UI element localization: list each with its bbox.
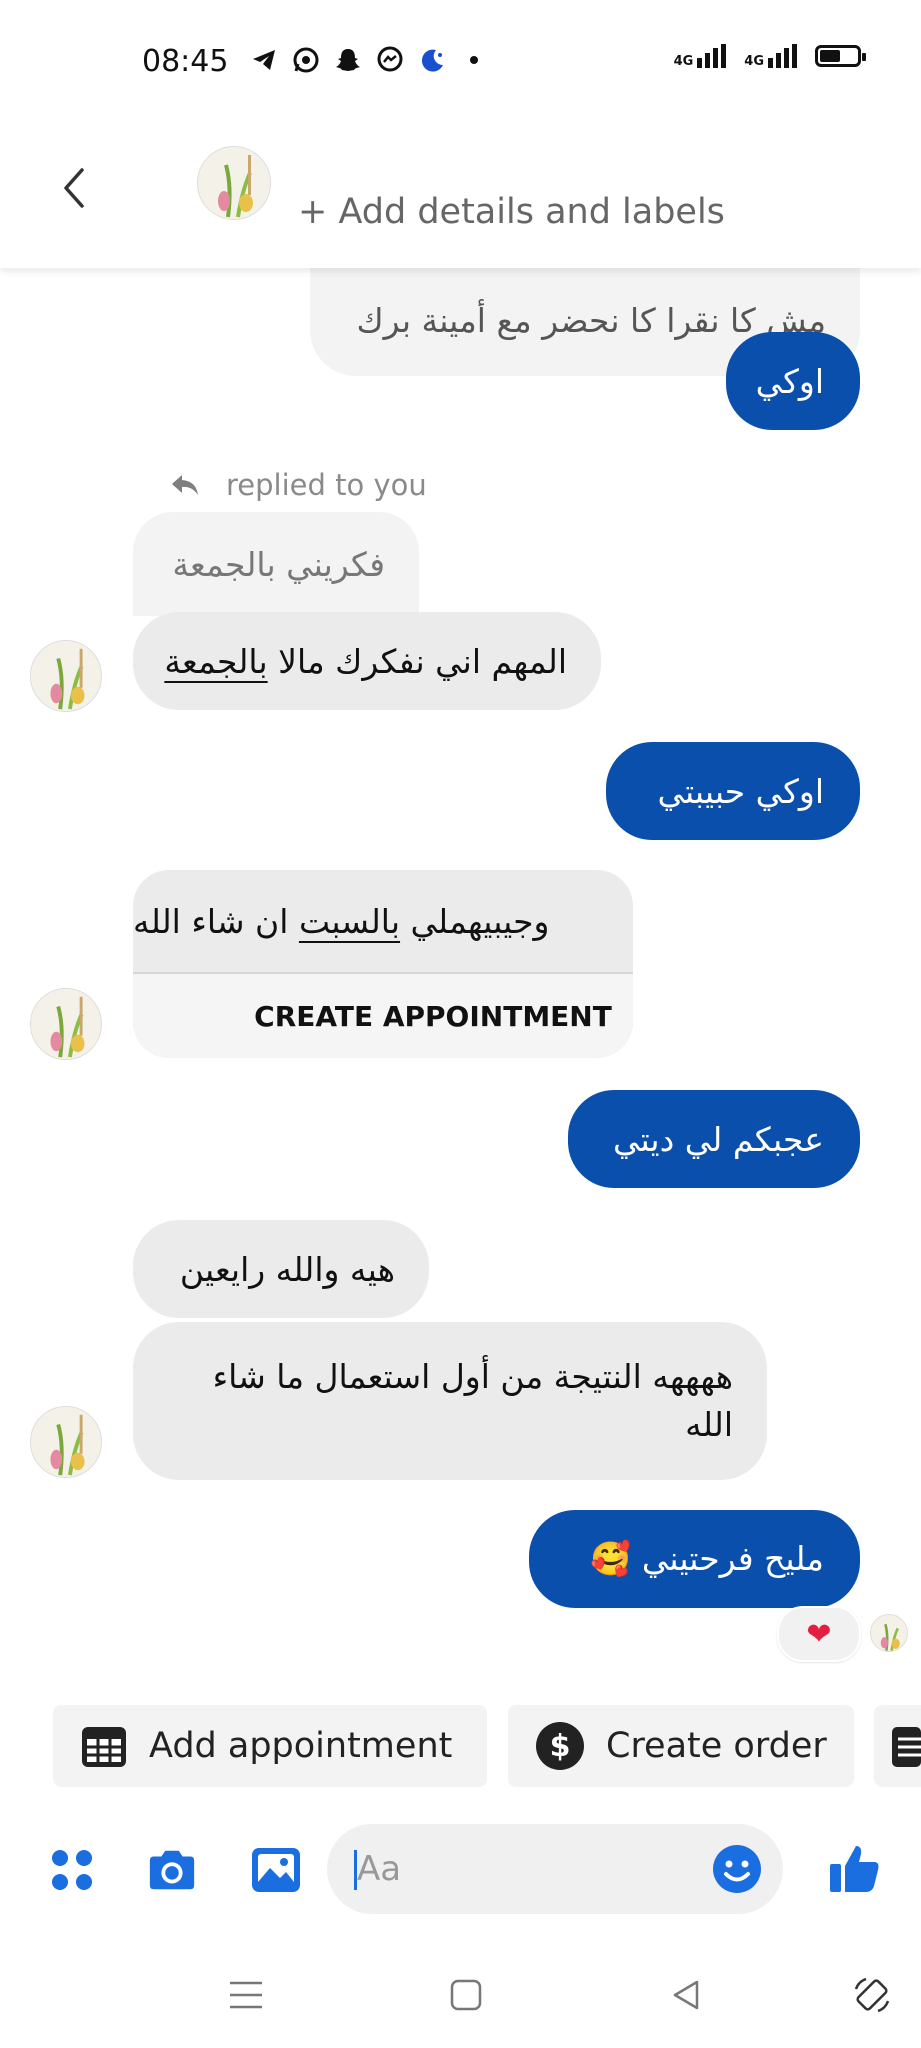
triangle-back-icon [673,1980,699,2010]
back-nav-button[interactable] [666,1975,706,2015]
thumbs-up-icon [830,1846,879,1892]
message-text: عجبكم لي ديتي [612,1119,824,1159]
rotate-button[interactable] [852,1975,892,2015]
svg-text:$: $ [550,1729,571,1764]
card-footer-spacer [133,972,233,1058]
signal-1: 4G [674,44,727,68]
conversation-header: + Add details and labels [0,100,921,268]
signal-2: 4G [744,44,797,68]
message-text: اوكي حبيبتي [657,771,824,811]
message-text: هيه والله رايعين [179,1249,395,1289]
network-type-2: 4G [744,54,764,69]
add-appointment-button[interactable]: Add appointment [53,1705,487,1787]
message-text: اوكي [755,361,824,401]
message-text-line-2: الله [685,1405,733,1444]
more-actions-chip[interactable] [874,1705,921,1787]
dollar-icon: $ [536,1722,584,1770]
reply-indicator: replied to you [170,468,427,502]
create-order-label: Create order [606,1726,827,1766]
card-message[interactable]: وجيبيهملي بالسبت ان شاء الله [133,870,633,972]
home-button[interactable] [446,1975,486,2015]
message-text: مليح فرحتيني 🥰 [590,1539,824,1578]
add-appointment-label: Add appointment [149,1726,453,1766]
rotate-screen-icon [854,1977,890,2013]
more-dot-icon [460,46,488,74]
message-placeholder: Aa [357,1849,402,1889]
recent-apps-button[interactable] [226,1975,266,2015]
battery-fill [820,50,840,62]
whatsapp-icon [292,46,320,74]
incoming-message[interactable]: ههههه النتيجة من أول استعمال ما شاء الله [133,1322,767,1480]
contact-avatar-small [30,988,102,1060]
chevron-left-icon [64,168,84,208]
outgoing-message[interactable]: مليح فرحتيني 🥰 [529,1510,860,1608]
emoji-button[interactable] [711,1843,763,1895]
outgoing-message[interactable]: اوكي حبيبتي [606,742,860,840]
appointment-card: وجيبيهملي بالسبت ان شاء الله CREATE APPO… [133,870,633,1058]
gallery-button[interactable] [250,1844,302,1896]
message-text: المهم اني نفكرك مالا بالجمعة [164,641,567,681]
date-link[interactable]: بالجمعة [164,642,267,681]
message-text-line-1: ههههه النتيجة من أول استعمال ما شاء [212,1357,733,1396]
smiley-icon [713,1845,761,1893]
read-receipt-avatar [870,1614,908,1652]
telegram-icon [250,46,278,74]
incoming-message[interactable]: المهم اني نفكرك مالا بالجمعة [133,612,601,710]
list-icon [892,1727,921,1767]
messenger-icon [376,46,404,74]
snapchat-icon [334,46,362,74]
square-icon [450,1979,482,2011]
image-icon [252,1848,300,1892]
outgoing-message[interactable]: اوكي [726,332,860,430]
create-appointment-button[interactable]: CREATE APPOINTMENT [233,972,633,1058]
replied-label: replied to you [226,468,427,502]
date-link[interactable]: بالسبت [299,902,400,941]
message-text: وجيبيهملي بالسبت ان شاء الله [133,901,550,941]
back-button[interactable] [56,162,92,214]
message-text: فكريني بالجمعة [172,544,385,584]
incoming-message[interactable]: هيه والله رايعين [133,1220,429,1318]
like-button[interactable] [826,1840,882,1896]
reply-arrow-icon [172,475,198,495]
camera-icon [149,1850,195,1890]
quoted-message[interactable]: فكريني بالجمعة [133,512,419,616]
menu-dots-button[interactable] [46,1844,98,1896]
signal-bars-icon [768,44,797,68]
status-time: 08:45 [142,44,229,79]
moon-icon [418,46,446,74]
contact-avatar-small [30,640,102,712]
notification-icons [250,46,488,74]
message-input[interactable]: Aa [327,1824,783,1914]
calendar-icon [82,1727,126,1767]
heart-reaction[interactable]: ❤ [777,1606,861,1662]
camera-button[interactable] [146,1844,198,1896]
heart-icon: ❤ [806,1616,832,1652]
add-details-link[interactable]: + Add details and labels [298,192,725,232]
menu-lines-icon [230,1981,262,2009]
signal-bars-icon [697,44,727,68]
four-dots-icon [52,1850,92,1890]
create-order-button[interactable]: $ Create order [508,1705,854,1787]
contact-avatar[interactable] [197,146,271,220]
battery-icon [815,45,866,67]
network-type-1: 4G [673,54,694,69]
contact-avatar-small [30,1406,102,1478]
system-status: 4G 4G [674,44,866,68]
outgoing-message[interactable]: عجبكم لي ديتي [568,1090,860,1188]
